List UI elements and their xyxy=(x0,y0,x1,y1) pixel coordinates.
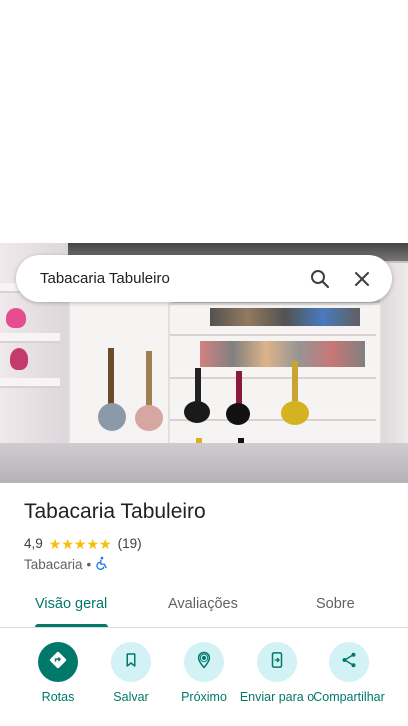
place-category: Tabacaria xyxy=(24,557,83,572)
tab-bar: Visão geral Avaliações Sobre xyxy=(0,585,408,628)
rating-stars: ★ ★ ★ ★ ★ xyxy=(49,537,112,551)
star-icon: ★ xyxy=(99,535,112,552)
tab-about[interactable]: Sobre xyxy=(316,596,355,612)
nearby-label: Próximo xyxy=(181,690,227,704)
save-button[interactable]: Salvar xyxy=(91,642,171,705)
share-label: Compartilhar xyxy=(313,690,385,704)
directions-icon xyxy=(48,650,68,675)
map-area-blank xyxy=(0,0,408,243)
save-label: Salvar xyxy=(113,690,149,704)
action-buttons: Rotas Salvar Próximo Enviar para o Compa… xyxy=(0,640,408,726)
star-icon: ★ xyxy=(61,535,74,552)
directions-label: Rotas xyxy=(41,690,75,704)
nearby-button[interactable]: Próximo xyxy=(164,642,244,705)
send-to-phone-button[interactable]: Enviar para o xyxy=(237,642,317,705)
category-row: Tabacaria • xyxy=(24,556,109,573)
directions-button[interactable]: Rotas xyxy=(18,642,98,705)
share-icon xyxy=(340,651,358,674)
star-icon: ★ xyxy=(73,535,87,552)
share-button[interactable]: Compartilhar xyxy=(309,642,389,705)
tab-overview[interactable]: Visão geral xyxy=(35,596,107,612)
active-tab-indicator xyxy=(35,624,108,627)
review-count[interactable]: (19) xyxy=(118,536,142,551)
place-title: Tabacaria Tabuleiro xyxy=(24,500,206,523)
star-icon: ★ xyxy=(86,535,100,552)
bookmark-icon xyxy=(122,651,140,674)
close-icon[interactable] xyxy=(350,267,374,291)
separator: • xyxy=(86,557,92,572)
send-to-phone-icon xyxy=(268,651,286,674)
wheelchair-accessible-icon xyxy=(95,556,109,573)
rating-row[interactable]: 4,9 ★ ★ ★ ★ ★ (19) xyxy=(24,536,142,551)
search-icon[interactable] xyxy=(308,267,332,291)
tab-reviews[interactable]: Avaliações xyxy=(168,596,238,612)
search-bar[interactable]: Tabacaria Tabuleiro xyxy=(16,255,392,302)
rating-value: 4,9 xyxy=(24,536,43,551)
send-to-phone-label: Enviar para o xyxy=(239,690,315,704)
nearby-icon xyxy=(194,650,214,675)
star-icon: ★ xyxy=(48,535,62,552)
search-input[interactable]: Tabacaria Tabuleiro xyxy=(40,270,308,287)
